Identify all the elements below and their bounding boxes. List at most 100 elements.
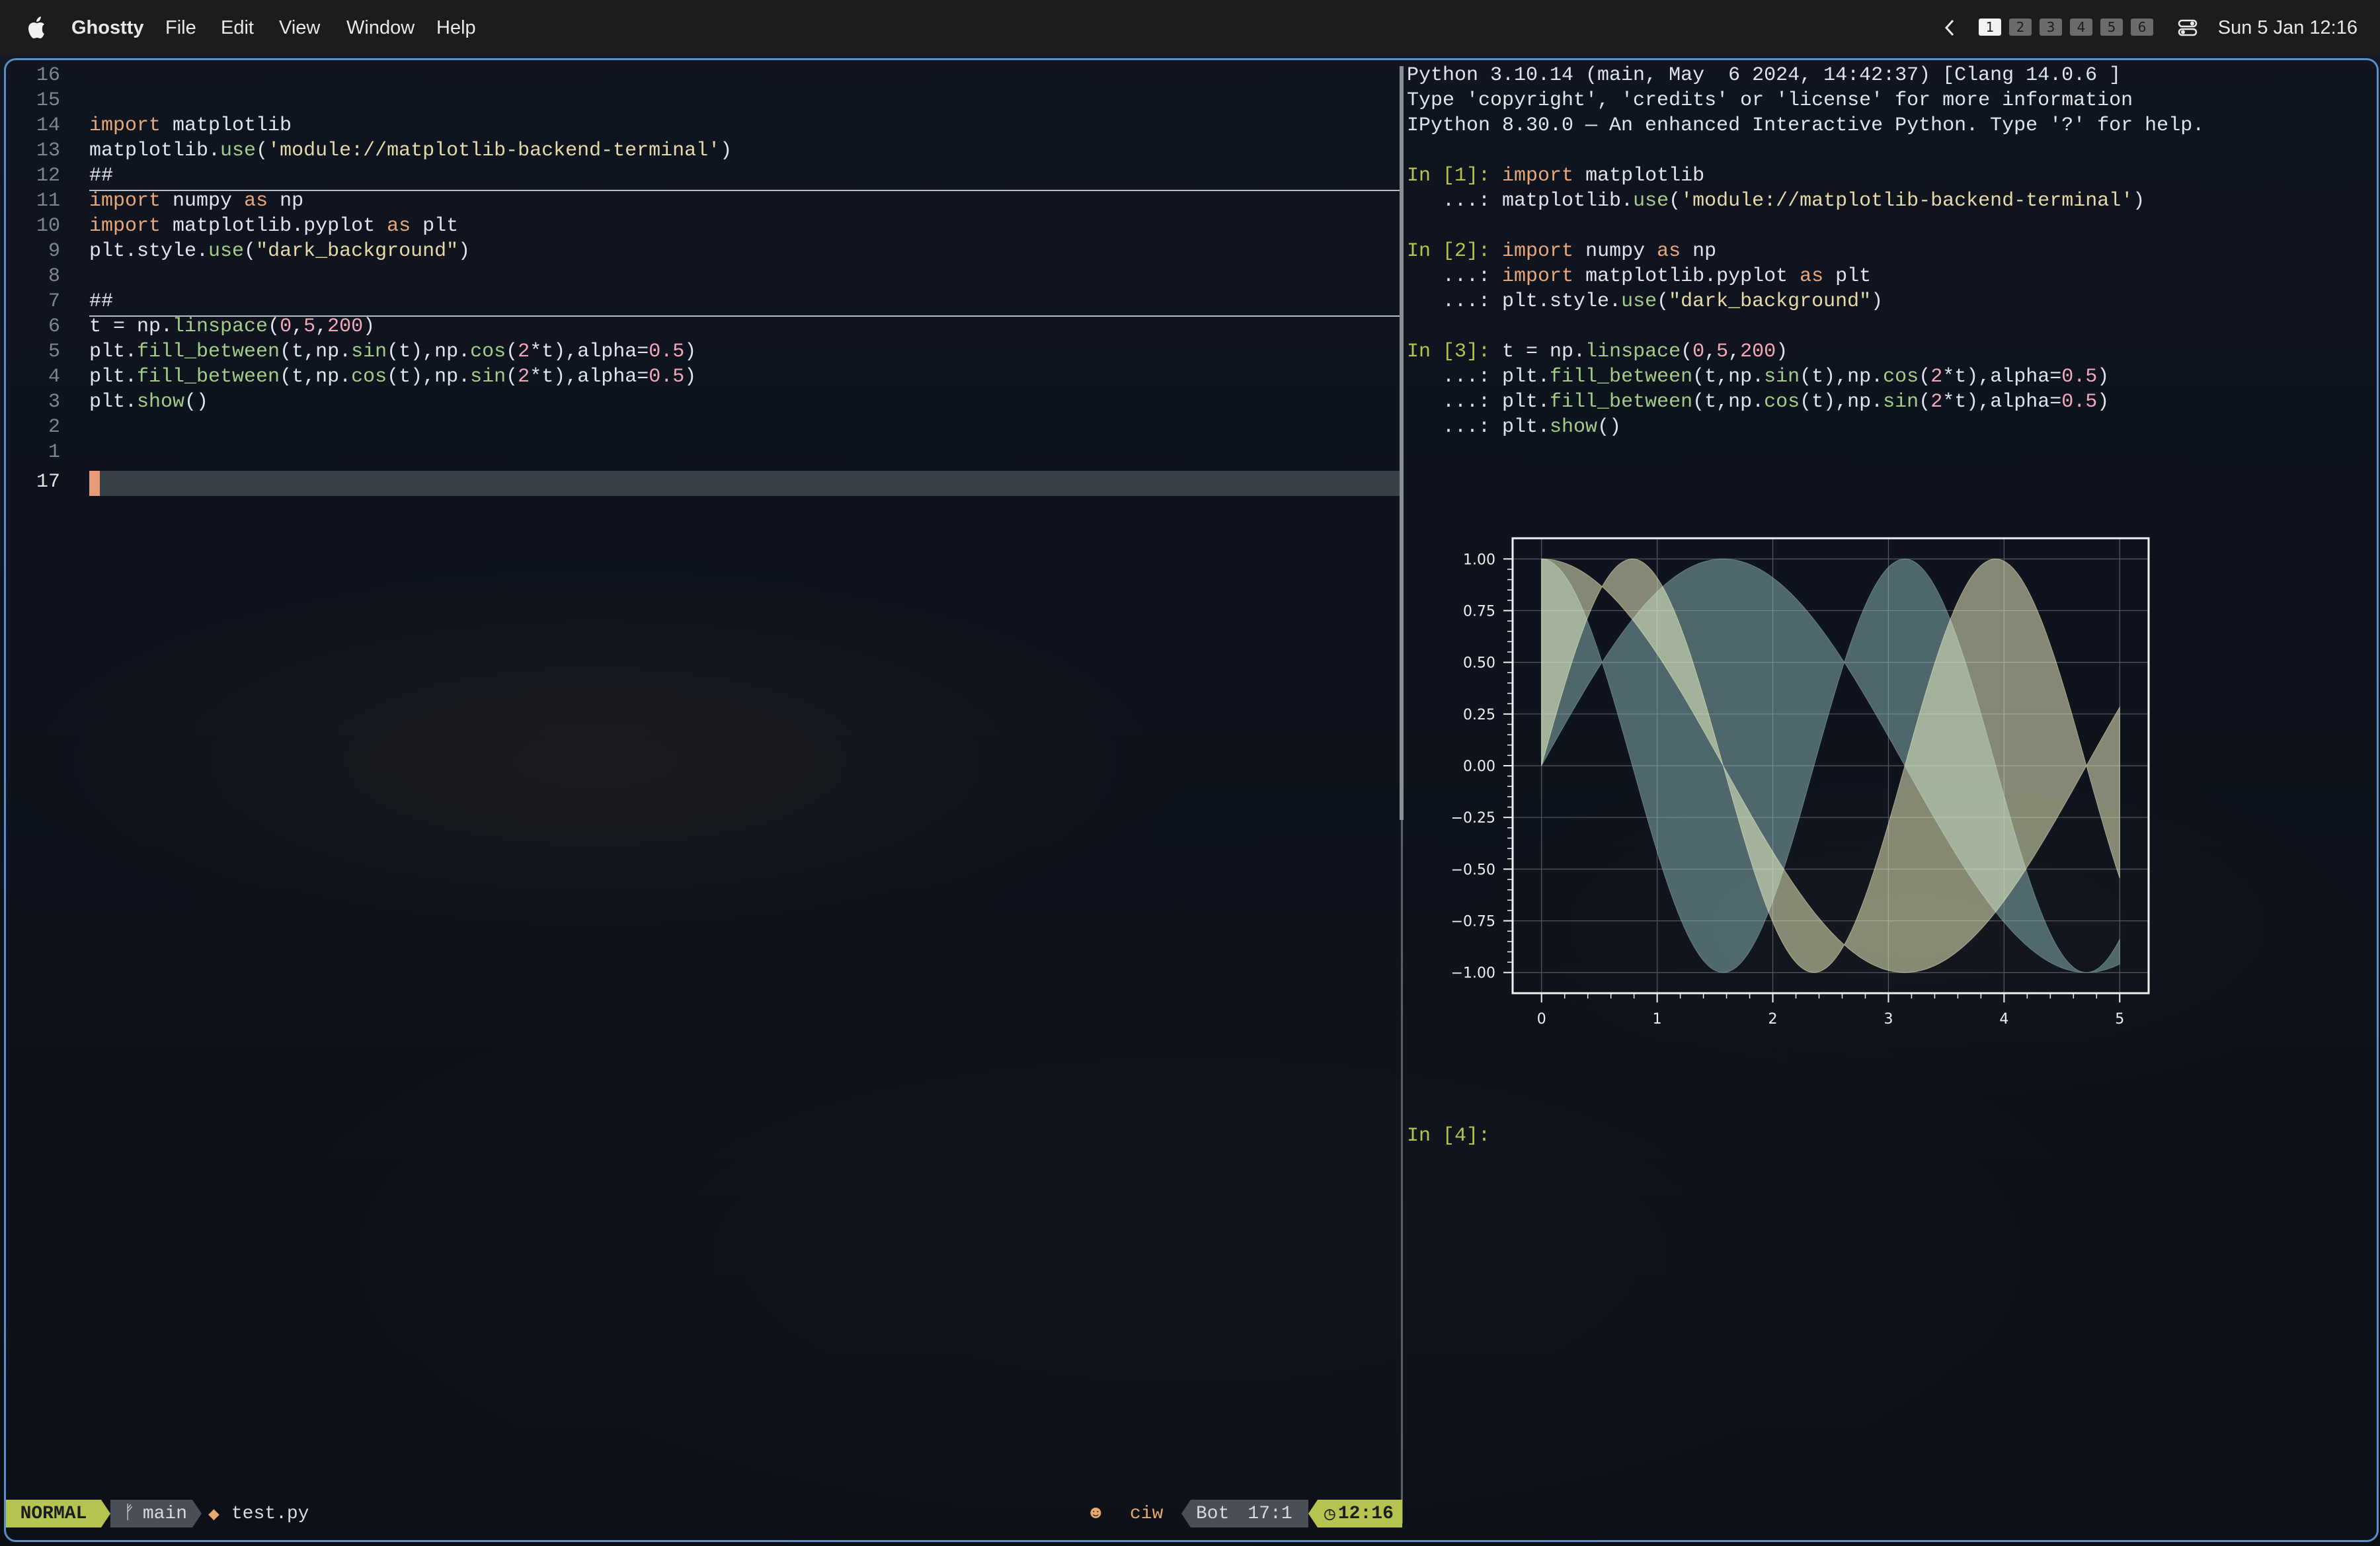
- line-number: 13: [36, 140, 60, 162]
- x-tick-label: 5: [2115, 1011, 2124, 1028]
- code-text: ##: [89, 290, 114, 313]
- cursor-position: 17:1: [1248, 1503, 1292, 1524]
- text-cursor: [89, 471, 100, 496]
- continuation-prompt: ...:: [1407, 265, 1503, 288]
- y-tick-label: 0.25: [1463, 707, 1495, 723]
- editor-line[interactable]: 2: [6, 416, 1402, 441]
- workspace-3[interactable]: 3: [2040, 19, 2062, 36]
- repl-input-line: ...: plt.fill_between(t,np.sin(t),np.cos…: [1407, 366, 2109, 391]
- app-name[interactable]: Ghostty: [71, 17, 144, 39]
- repl-code: import numpy as np: [1502, 240, 1717, 263]
- file-name: test.py: [231, 1503, 309, 1524]
- code-text: import numpy as np: [89, 190, 304, 212]
- continuation-prompt: ...:: [1407, 391, 1503, 413]
- menu-edit[interactable]: Edit: [221, 17, 254, 39]
- editor-line[interactable]: 8: [6, 265, 1402, 290]
- code-text: import matplotlib.pyplot as plt: [89, 215, 459, 237]
- editor-line[interactable]: 15: [6, 89, 1402, 114]
- workspace-1[interactable]: 1: [1979, 19, 2001, 36]
- repl-input-line: ...: plt.show(): [1407, 416, 1621, 441]
- editor-line[interactable]: 11 import numpy as np: [6, 190, 1402, 215]
- menu-file[interactable]: File: [165, 17, 196, 39]
- line-number: 14: [36, 114, 60, 137]
- status-time: ◷ 12:16: [1318, 1500, 1402, 1527]
- x-tick-label: 1: [1653, 1011, 1662, 1028]
- line-number: 6: [48, 315, 60, 338]
- y-tick-label: −0.50: [1451, 862, 1495, 878]
- repl-code: matplotlib.use('module://matplotlib-back…: [1502, 190, 2145, 212]
- repl-active-input[interactable]: In [4]:: [1407, 1125, 1502, 1150]
- menu-help[interactable]: Help: [436, 17, 476, 39]
- workspace-6[interactable]: 6: [2131, 19, 2153, 36]
- python-icon: ◆: [208, 1504, 219, 1526]
- code-text: plt.fill_between(t,np.cos(t),np.sin(2*t)…: [89, 366, 697, 388]
- editor-pane[interactable]: 16 15 14 import matplotlib 13 matplotlib.u…: [6, 64, 1402, 1509]
- workspace-4[interactable]: 4: [2070, 19, 2092, 36]
- line-number: 2: [48, 416, 60, 438]
- editor-line[interactable]: 14 import matplotlib: [6, 114, 1402, 140]
- line-number: 7: [48, 290, 60, 313]
- repl-input-line: ...: plt.style.use("dark_background"): [1407, 290, 1883, 315]
- workspace-5[interactable]: 5: [2100, 19, 2123, 36]
- code-text: import matplotlib: [89, 114, 292, 137]
- continuation-prompt: ...:: [1407, 416, 1503, 438]
- repl-input-line: ...: import matplotlib.pyplot as plt: [1407, 265, 1871, 290]
- powerline-arrow-icon: [192, 1500, 202, 1527]
- scrollbar-thumb[interactable]: [1400, 66, 1404, 820]
- repl-header-line: Python 3.10.14 (main, May 6 2024, 14:42:…: [1407, 64, 2122, 87]
- code-text: ##: [89, 165, 114, 187]
- input-prompt: In [4]:: [1407, 1125, 1503, 1147]
- editor-line[interactable]: 5 plt.fill_between(t,np.sin(t),np.cos(2*t…: [6, 341, 1402, 366]
- editor-line[interactable]: 6 t = np.linspace(0,5,200): [6, 315, 1402, 341]
- control-center-icon[interactable]: [2178, 19, 2198, 37]
- y-tick-label: 0.75: [1463, 603, 1495, 620]
- git-branch[interactable]: ᚠ main: [110, 1500, 192, 1527]
- menu-view[interactable]: View: [279, 17, 320, 39]
- x-tick-label: 2: [1768, 1011, 1778, 1028]
- code-text: matplotlib.use('module://matplotlib-back…: [89, 140, 733, 162]
- y-tick-label: −0.75: [1451, 914, 1495, 930]
- editor-line[interactable]: 9 plt.style.use("dark_background"): [6, 240, 1402, 265]
- input-prompt: In [3]:: [1407, 341, 1503, 363]
- powerline-arrow-icon: [1308, 1500, 1318, 1527]
- continuation-prompt: ...:: [1407, 190, 1503, 212]
- editor-line[interactable]: 12 ##: [6, 165, 1402, 190]
- code-text: plt.show(): [89, 391, 209, 413]
- line-number: 12: [36, 165, 60, 187]
- line-number: 1: [48, 441, 60, 464]
- powerline-arrow-icon: [101, 1500, 110, 1527]
- repl-code: plt.style.use("dark_background"): [1502, 290, 1884, 313]
- editor-line[interactable]: 1: [6, 441, 1402, 466]
- chevron-left-icon[interactable]: [1944, 19, 1956, 37]
- repl-code: t = np.linspace(0,5,200): [1502, 341, 1788, 363]
- repl-input-line: In [1]: import matplotlib: [1407, 165, 1704, 190]
- editor-line[interactable]: 7 ##: [6, 290, 1402, 315]
- workspace-2[interactable]: 2: [2009, 19, 2032, 36]
- x-tick-label: 0: [1537, 1011, 1546, 1028]
- repl-input-line: In [2]: import numpy as np: [1407, 240, 1716, 265]
- y-tick-label: 0.00: [1463, 758, 1495, 775]
- menubar-clock[interactable]: Sun 5 Jan 12:16: [2218, 0, 2358, 56]
- line-number: 16: [36, 64, 60, 87]
- editor-line-current[interactable]: 17: [6, 471, 1402, 496]
- x-tick-label: 4: [1999, 1011, 2008, 1028]
- y-tick-label: 1.00: [1463, 551, 1495, 568]
- file-info[interactable]: ◆ test.py: [208, 1500, 309, 1527]
- apple-icon[interactable]: [26, 15, 49, 40]
- mode-indicator: NORMAL: [6, 1500, 101, 1527]
- editor-line[interactable]: 13 matplotlib.use('module://matplotlib-ba…: [6, 140, 1402, 165]
- editor-line[interactable]: 4 plt.fill_between(t,np.cos(t),np.sin(2*t…: [6, 366, 1402, 391]
- code-text: t = np.linspace(0,5,200): [89, 315, 376, 338]
- status-time-label: 12:16: [1337, 1503, 1394, 1524]
- pending-keys: ciw: [1130, 1503, 1164, 1524]
- menu-window[interactable]: Window: [346, 17, 415, 39]
- editor-line[interactable]: 3 plt.show(): [6, 391, 1402, 416]
- repl-input-line: In [3]: t = np.linspace(0,5,200): [1407, 341, 1788, 366]
- git-branch-label: main: [142, 1503, 188, 1524]
- copilot-icon[interactable]: ☻: [1090, 1500, 1101, 1527]
- editor-line[interactable]: 16: [6, 64, 1402, 89]
- line-number: 15: [36, 89, 60, 112]
- editor-line[interactable]: 10 import matplotlib.pyplot as plt: [6, 215, 1402, 240]
- code-text: plt.fill_between(t,np.sin(t),np.cos(2*t)…: [89, 341, 697, 363]
- position-info: Bot 17:1: [1191, 1500, 1308, 1527]
